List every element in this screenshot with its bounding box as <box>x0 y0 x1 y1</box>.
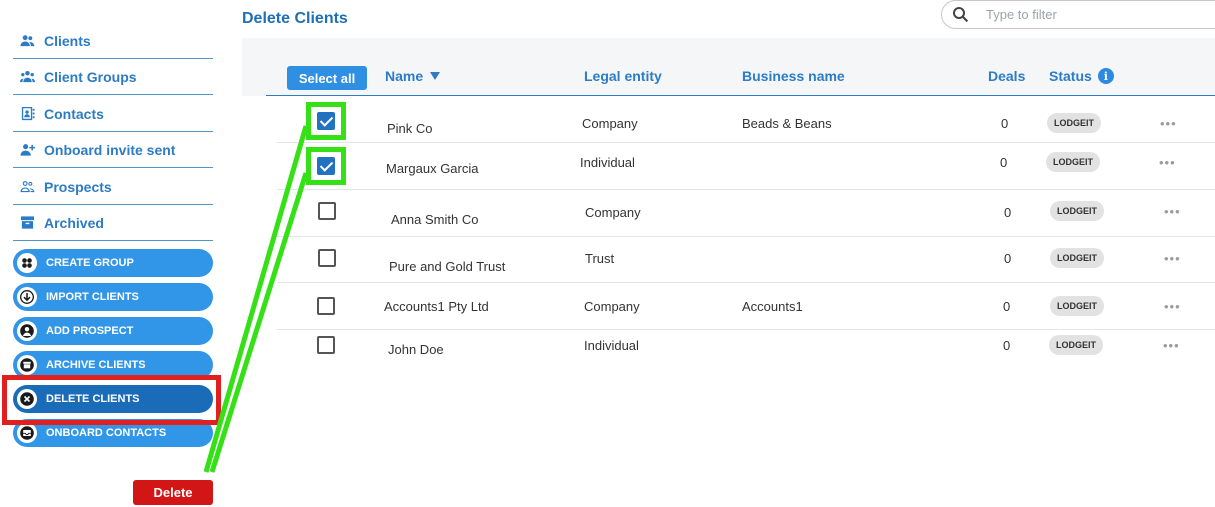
sort-down-icon <box>430 72 441 80</box>
cell-legal-entity: Individual <box>584 338 639 353</box>
row-divider <box>277 236 1215 237</box>
column-header-name-label: Name <box>385 68 424 84</box>
onboard-contacts-label: ONBOARD CONTACTS <box>46 427 167 439</box>
column-header-name[interactable]: Name <box>385 68 441 84</box>
more-icon[interactable]: ••• <box>1164 204 1181 219</box>
cell-deals: 0 <box>1004 251 1012 266</box>
sidebar-item-label: Contacts <box>44 105 104 122</box>
row-divider <box>277 282 1215 283</box>
cell-name: Anna Smith Co <box>391 212 479 227</box>
cell-business-name: Accounts1 <box>742 299 803 314</box>
status-badge: LODGEIT <box>1050 201 1104 221</box>
user-plus-icon <box>19 142 35 158</box>
cell-legal-entity: Company <box>584 299 640 314</box>
column-header-legal-entity[interactable]: Legal entity <box>584 68 662 84</box>
page-title: Delete Clients <box>242 10 348 27</box>
status-badge: LODGEIT <box>1046 152 1100 172</box>
prospects-icon <box>19 179 35 195</box>
row-checkbox[interactable] <box>317 157 335 175</box>
row-checkbox[interactable] <box>318 202 336 220</box>
cell-deals: 0 <box>1000 155 1008 170</box>
sidebar-item-contacts[interactable]: Contacts <box>13 96 213 132</box>
import-clients-label: IMPORT CLIENTS <box>46 291 139 303</box>
cell-legal-entity: Company <box>585 205 641 220</box>
search-icon <box>953 7 969 23</box>
sidebar: Clients Client Groups Contacts Onboard i… <box>0 0 225 507</box>
sidebar-item-client-groups[interactable]: Client Groups <box>13 59 213 95</box>
info-icon[interactable]: i <box>1097 68 1114 84</box>
import-clients-button[interactable]: IMPORT CLIENTS <box>13 283 213 311</box>
sidebar-item-label: Prospects <box>44 178 112 195</box>
add-prospect-label: ADD PROSPECT <box>46 325 134 337</box>
download-icon <box>17 287 37 307</box>
row-checkbox[interactable] <box>317 112 335 130</box>
group-circle-icon <box>17 253 37 273</box>
add-prospect-button[interactable]: ADD PROSPECT <box>13 317 213 345</box>
header-divider <box>266 95 1215 96</box>
cell-business-name: Beads & Beans <box>742 116 832 131</box>
cell-legal-entity: Trust <box>585 251 615 266</box>
select-all-button[interactable]: Select all <box>287 66 367 90</box>
row-divider <box>277 329 1215 330</box>
client-table <box>242 38 1215 507</box>
sidebar-item-clients[interactable]: Clients <box>13 23 213 59</box>
archive-box-icon <box>17 355 37 375</box>
contact-card-icon <box>19 106 35 122</box>
delete-button[interactable]: Delete <box>133 480 213 505</box>
sidebar-item-label: Onboard invite sent <box>44 141 176 158</box>
archive-clients-label: ARCHIVE CLIENTS <box>46 359 146 371</box>
person-icon <box>17 321 37 341</box>
more-icon[interactable]: ••• <box>1164 251 1181 266</box>
delete-clients-highlight <box>2 375 221 425</box>
status-badge: LODGEIT <box>1050 248 1104 268</box>
column-header-status[interactable]: Status i <box>1049 68 1114 84</box>
cell-name: John Doe <box>388 342 444 357</box>
cell-deals: 0 <box>1003 338 1011 353</box>
search-box[interactable] <box>941 0 1215 29</box>
column-header-deals[interactable]: Deals <box>988 68 1025 84</box>
cell-name: Pink Co <box>387 121 433 136</box>
status-badge: LODGEIT <box>1047 113 1101 133</box>
table-header-band <box>242 38 1215 96</box>
cell-name: Margaux Garcia <box>386 161 479 176</box>
row-checkbox[interactable] <box>317 336 335 354</box>
sidebar-item-label: Archived <box>44 214 104 231</box>
cell-legal-entity: Individual <box>580 155 635 170</box>
column-header-status-label: Status <box>1049 68 1092 84</box>
cell-deals: 0 <box>1003 299 1011 314</box>
cell-name: Pure and Gold Trust <box>389 259 506 274</box>
users-icon <box>19 33 35 49</box>
column-header-business-name[interactable]: Business name <box>742 68 845 84</box>
archive-icon <box>19 215 35 231</box>
sidebar-item-label: Clients <box>44 32 91 49</box>
create-group-label: CREATE GROUP <box>46 257 134 269</box>
row-divider <box>277 142 1215 143</box>
cell-deals: 0 <box>1001 116 1009 131</box>
status-badge: LODGEIT <box>1049 335 1103 355</box>
group-icon <box>19 69 35 85</box>
row-checkbox[interactable] <box>318 249 336 267</box>
sidebar-item-label: Client Groups <box>44 68 137 85</box>
more-icon[interactable]: ••• <box>1164 299 1181 314</box>
sidebar-item-onboard-invite-sent[interactable]: Onboard invite sent <box>13 132 213 168</box>
create-group-button[interactable]: CREATE GROUP <box>13 249 213 277</box>
row-checkbox[interactable] <box>317 297 335 315</box>
cell-name: Accounts1 Pty Ltd <box>384 299 489 314</box>
status-badge: LODGEIT <box>1050 296 1104 316</box>
more-icon[interactable]: ••• <box>1160 116 1177 131</box>
search-input[interactable] <box>986 7 1186 22</box>
row-divider <box>277 189 1215 190</box>
inbox-icon <box>17 423 37 443</box>
cell-legal-entity: Company <box>582 116 638 131</box>
sidebar-item-archived[interactable]: Archived <box>13 205 213 241</box>
more-icon[interactable]: ••• <box>1159 155 1176 170</box>
cell-deals: 0 <box>1004 205 1012 220</box>
sidebar-item-prospects[interactable]: Prospects <box>13 169 213 205</box>
more-icon[interactable]: ••• <box>1163 338 1180 353</box>
